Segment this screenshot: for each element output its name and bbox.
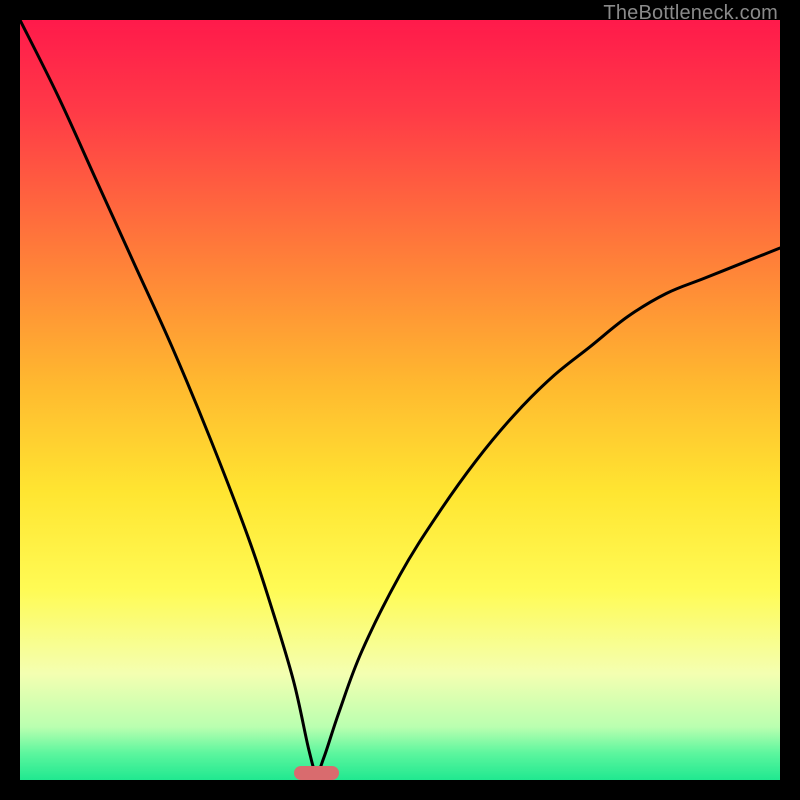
watermark-text: TheBottleneck.com (603, 2, 778, 25)
bottleneck-plot (20, 20, 780, 780)
optimal-marker (294, 766, 340, 780)
chart-frame (20, 20, 780, 780)
gradient-background (20, 20, 780, 780)
